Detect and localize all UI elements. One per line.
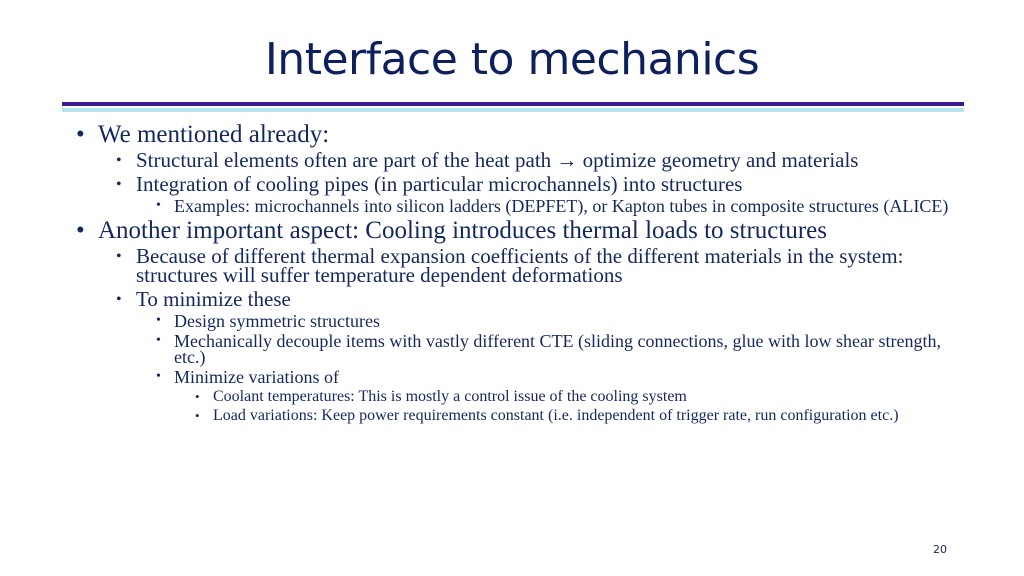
bullet-text: Design symmetric structures (174, 311, 380, 331)
bullet-icon: • (116, 248, 122, 265)
title-underline-dark (62, 102, 964, 106)
bullet-item: • Mechanically decouple items with vastly… (72, 331, 962, 367)
bullet-text: We mentioned already: (98, 121, 330, 148)
bullet-text: Integration of cooling pipes (in particu… (136, 172, 743, 196)
bullet-icon: • (156, 198, 161, 213)
bullet-list: • We mentioned already: • Structural eleme… (72, 118, 962, 424)
bullet-icon: • (76, 217, 85, 244)
bullet-item: • Examples: microchannels into silicon la… (72, 196, 962, 216)
bullet-text: Minimize variations of (174, 367, 339, 387)
bullet-item: • Load variations: Keep power requirement… (72, 407, 962, 424)
bullet-item: • Coolant temperatures: This is mostly a … (72, 388, 962, 405)
bullet-icon: • (76, 121, 85, 148)
bullet-text: Load variations: Keep power requirements… (213, 407, 899, 424)
bullet-text: Examples: microchannels into silicon lad… (174, 196, 949, 216)
bullet-item: • To minimize these (72, 287, 962, 311)
bullet-icon: • (116, 291, 122, 308)
title-underline-light (62, 108, 964, 112)
page-number: 20 (933, 543, 947, 556)
bullet-item: • Integration of cooling pipes (in partic… (72, 172, 962, 196)
bullet-icon: • (156, 333, 161, 348)
bullet-text: Because of different thermal expansion c… (136, 244, 904, 287)
bullet-text: Coolant temperatures: This is mostly a c… (213, 388, 687, 405)
slide-title: Interface to mechanics (264, 34, 760, 85)
bullet-icon: • (156, 369, 161, 384)
bullet-item: • Structural elements often are part of t… (72, 148, 962, 172)
bullet-icon: • (116, 176, 122, 193)
bullet-text: Another important aspect: Cooling introd… (98, 217, 828, 244)
bullet-icon: • (195, 408, 200, 423)
bullet-item: • Design symmetric structures (72, 311, 962, 331)
bullet-icon: • (116, 152, 122, 169)
bullet-text: To minimize these (136, 287, 291, 311)
bullet-item: • Because of different thermal expansion … (72, 244, 962, 287)
bullet-icon: • (195, 389, 200, 404)
bullet-item: • Another important aspect: Cooling intro… (72, 217, 962, 244)
bullet-icon: • (156, 313, 161, 328)
bullet-text: Mechanically decouple items with vastly … (174, 331, 941, 367)
bullet-item: • We mentioned already: (72, 121, 962, 148)
bullet-text: Structural elements often are part of th… (136, 148, 859, 172)
bullet-item: • Minimize variations of (72, 367, 962, 387)
